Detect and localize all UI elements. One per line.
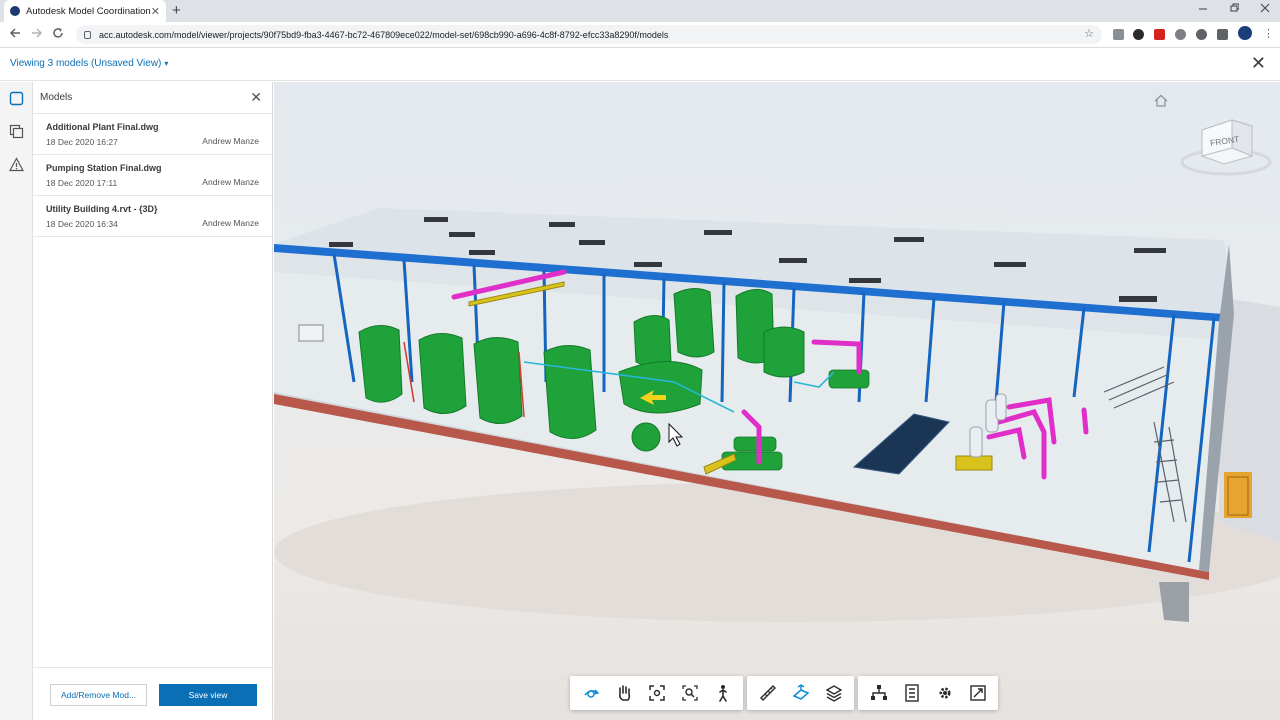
models-panel-title: Models [40,92,73,103]
minimize-window-button[interactable] [1198,3,1208,16]
home-view-icon[interactable] [1154,94,1168,112]
navigation-tools-group [570,676,743,710]
settings-icon[interactable] [928,678,961,708]
url-bar[interactable]: acc.autodesk.com/model/viewer/projects/9… [76,25,1102,44]
views-panel-icon[interactable] [9,124,24,139]
puzzle-extensions-icon[interactable] [1217,29,1228,40]
models-panel: Models ✕ Additional Plant Final.dwg 18 D… [33,82,273,720]
save-view-button[interactable]: Save view [159,684,257,706]
reload-icon[interactable] [52,27,64,42]
chevron-down-icon: ▾ [164,59,169,68]
model-list-item[interactable]: Additional Plant Final.dwg 18 Dec 2020 1… [33,114,272,155]
models-panel-header: Models ✕ [33,82,272,113]
model-author: Andrew Manze [202,177,259,187]
browser-menu-icon[interactable]: ⋮ [1263,29,1274,40]
pan-icon[interactable] [607,678,640,708]
model-name: Additional Plant Final.dwg [46,122,159,132]
settings-extension-icon[interactable] [1196,29,1207,40]
browser-tab[interactable]: Autodesk Model Coordination ✕ [4,0,166,22]
viewer-toolbar [570,676,998,710]
browser-address-bar: acc.autodesk.com/model/viewer/projects/9… [0,22,1280,48]
view-cube[interactable]: FRONT [1180,112,1272,183]
model-browser-icon[interactable] [862,678,895,708]
autodesk-favicon-icon [10,6,20,16]
model-name: Pumping Station Final.dwg [46,163,162,173]
models-panel-footer: Add/Remove Mod... Save view [33,667,273,720]
circle-extension-icon[interactable] [1133,29,1144,40]
analysis-tools-group [747,676,854,710]
first-person-icon[interactable] [706,678,739,708]
3d-viewport[interactable]: FRONT [274,82,1280,720]
model-name: Utility Building 4.rvt - {3D} [46,204,158,214]
model-list-item[interactable]: Pumping Station Final.dwg 18 Dec 2020 17… [33,155,272,196]
building-model-render [274,208,1280,622]
fullscreen-icon[interactable] [961,678,994,708]
wall-window [298,324,324,342]
url-text: acc.autodesk.com/model/viewer/projects/9… [99,29,669,40]
bookmark-star-icon[interactable]: ☆ [1084,27,1094,40]
properties-icon[interactable] [895,678,928,708]
model-tools-group [858,676,998,710]
add-remove-models-button[interactable]: Add/Remove Mod... [50,684,147,706]
orbit-icon[interactable] [574,678,607,708]
model-author: Andrew Manze [202,218,259,228]
measure-icon[interactable] [751,678,784,708]
section-icon[interactable] [784,678,817,708]
model-list-item[interactable]: Utility Building 4.rvt - {3D} 18 Dec 202… [33,196,272,237]
new-tab-button[interactable]: + [172,2,181,20]
viewer-header: Viewing 3 models (Unsaved View) ▾ ✕ [0,48,1280,81]
models-panel-icon[interactable] [9,91,24,106]
view-selector-label: Viewing 3 models (Unsaved View) [10,58,162,69]
layers-icon[interactable] [817,678,850,708]
model-author: Andrew Manze [202,136,259,146]
clashes-warning-icon[interactable] [8,157,25,172]
profile-avatar[interactable] [1238,26,1252,40]
close-panel-button[interactable]: ✕ [250,89,262,106]
fit-to-view-icon[interactable] [640,678,673,708]
lock-icon [84,30,91,39]
tab-title: Autodesk Model Coordination [26,5,151,17]
close-window-button[interactable] [1260,3,1270,16]
tab-close-icon[interactable]: ✕ [151,5,160,18]
browser-tab-bar: Autodesk Model Coordination ✕ + [0,0,1280,22]
view-selector-dropdown[interactable]: Viewing 3 models (Unsaved View) ▾ [10,58,168,69]
zoom-window-icon[interactable] [673,678,706,708]
shield-extension-icon[interactable] [1113,29,1124,40]
back-arrow-icon[interactable] [9,27,21,42]
forward-arrow-icon[interactable] [31,27,43,42]
pdf-extension-icon[interactable] [1154,29,1165,40]
close-viewer-button[interactable]: ✕ [1251,53,1266,73]
left-tool-rail [0,82,33,720]
gray-extension-icon[interactable] [1175,29,1186,40]
restore-window-button[interactable] [1229,3,1240,16]
